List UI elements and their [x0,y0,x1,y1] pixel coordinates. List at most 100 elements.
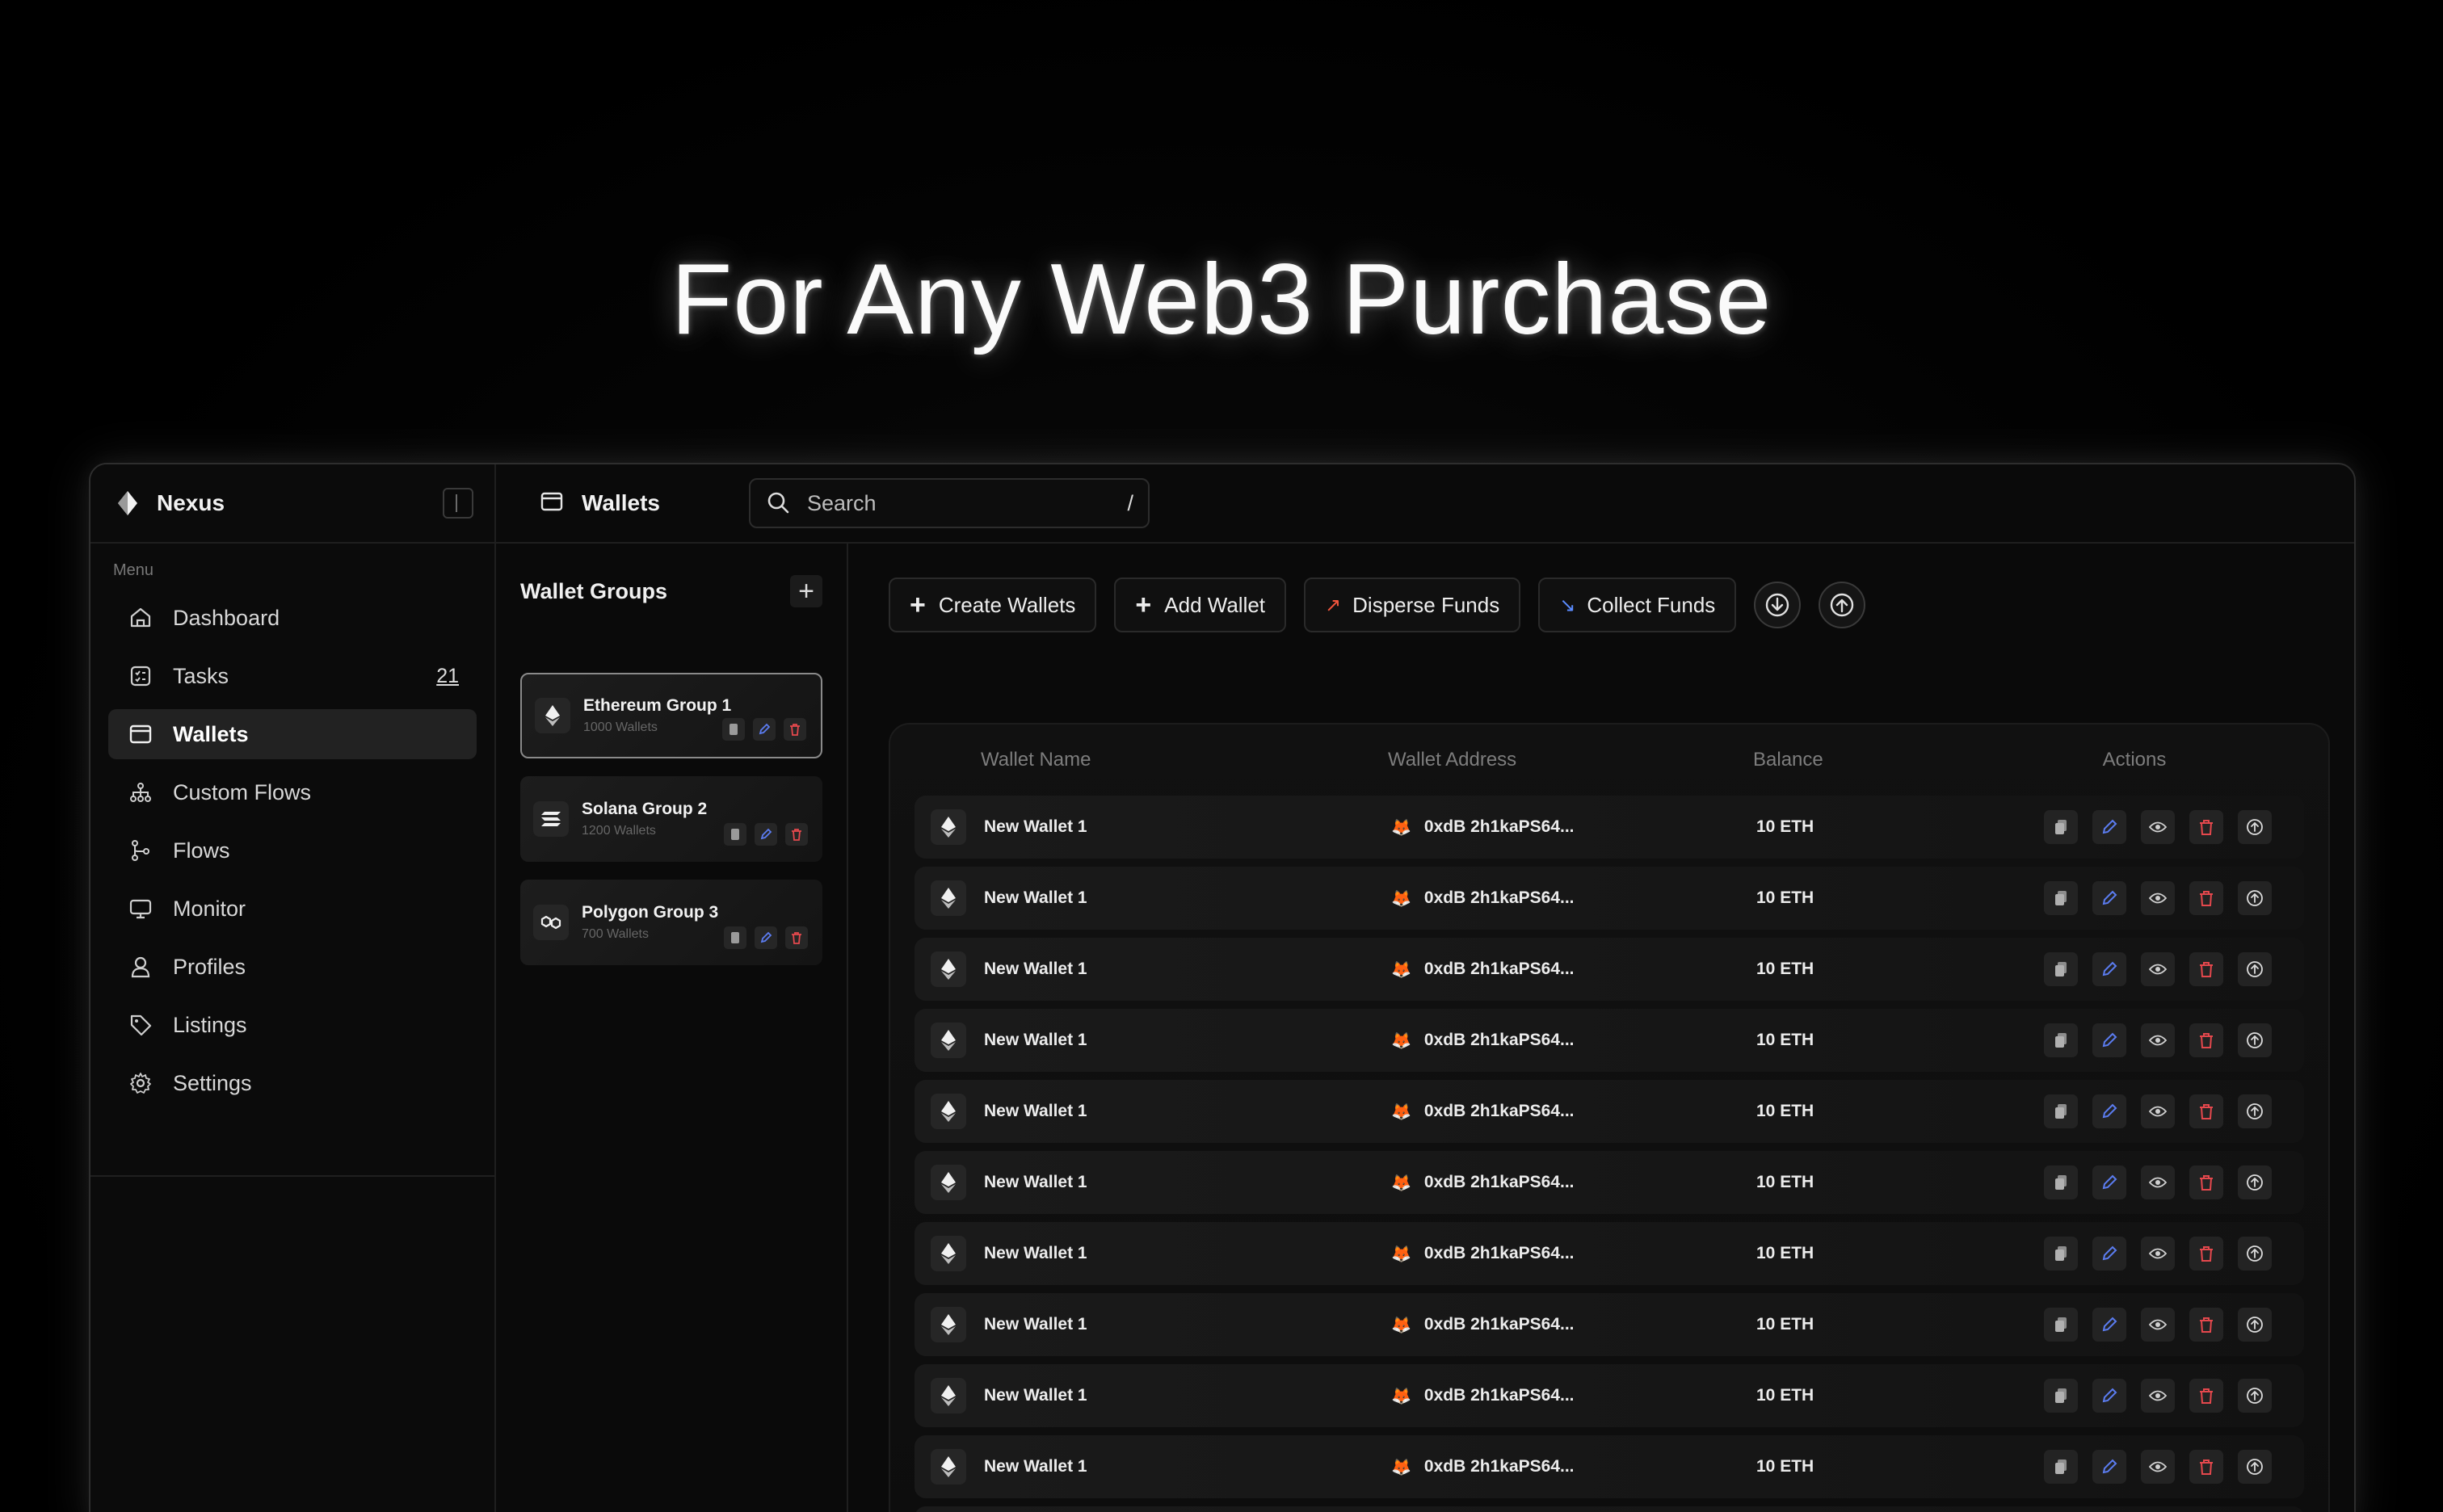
sidebar-item-tasks[interactable]: Tasks 21 [108,651,477,701]
edit-icon[interactable] [2092,1023,2126,1057]
view-icon[interactable] [2141,1094,2175,1128]
copy-icon[interactable] [724,926,746,949]
trash-icon[interactable] [2189,1308,2223,1342]
copy-icon[interactable] [2044,1023,2078,1057]
trash-icon[interactable] [2189,1379,2223,1413]
edit-icon[interactable] [2092,1166,2126,1199]
table-row[interactable]: New Wallet 1🦊0xdB 2h1kaPS64...10 ETH [915,1151,2304,1214]
trash-icon[interactable] [2189,1023,2223,1057]
copy-icon[interactable] [2044,1094,2078,1128]
export-icon[interactable] [2238,1094,2272,1128]
home-icon [126,603,155,632]
search-box[interactable]: / [749,478,1150,528]
trash-icon[interactable] [2189,952,2223,986]
wallet-group-card[interactable]: Solana Group 2 1200 Wallets [520,776,822,862]
trash-icon[interactable] [785,823,808,846]
edit-icon[interactable] [2092,952,2126,986]
trash-icon[interactable] [784,718,806,741]
edit-icon[interactable] [755,823,777,846]
edit-icon[interactable] [2092,1308,2126,1342]
edit-icon[interactable] [753,718,776,741]
sidebar-item-settings[interactable]: Settings [108,1058,477,1108]
sidebar-item-wallets[interactable]: Wallets [108,709,477,759]
edit-icon[interactable] [2092,1237,2126,1270]
copy-icon[interactable] [2044,1308,2078,1342]
sidebar-item-dashboard[interactable]: Dashboard [108,593,477,643]
table-row[interactable]: New Wallet 1🦊0xdB 2h1kaPS64...10 ETH [915,867,2304,930]
search-input[interactable] [807,490,1128,516]
table-row[interactable]: New Wallet 1🦊0xdB 2h1kaPS64...10 ETH [915,1506,2304,1512]
trash-icon[interactable] [785,926,808,949]
trash-icon[interactable] [2189,1237,2223,1270]
table-row[interactable]: New Wallet 1🦊0xdB 2h1kaPS64...10 ETH [915,1435,2304,1498]
disperse-funds-button[interactable]: ↗ Disperse Funds [1304,578,1521,632]
sidebar-item-monitor[interactable]: Monitor [108,884,477,934]
collect-funds-button[interactable]: ↘ Collect Funds [1538,578,1737,632]
export-icon[interactable] [2238,1166,2272,1199]
table-row[interactable]: New Wallet 1🦊0xdB 2h1kaPS64...10 ETH [915,1293,2304,1356]
copy-icon[interactable] [2044,810,2078,844]
table-row[interactable]: New Wallet 1🦊0xdB 2h1kaPS64...10 ETH [915,796,2304,859]
copy-icon[interactable] [2044,1379,2078,1413]
trash-icon[interactable] [2189,881,2223,915]
trash-icon[interactable] [2189,1094,2223,1128]
copy-icon[interactable] [2044,881,2078,915]
table-row[interactable]: New Wallet 1🦊0xdB 2h1kaPS64...10 ETH [915,1080,2304,1143]
export-icon[interactable] [2238,1450,2272,1484]
sidebar-toggle-icon[interactable] [443,488,473,519]
sidebar-item-flows[interactable]: Flows [108,825,477,876]
add-wallet-button[interactable]: + Add Wallet [1114,578,1287,632]
edit-icon[interactable] [2092,810,2126,844]
sidebar-item-label: Monitor [173,896,246,921]
wallet-address: 🦊 0xdB 2h1kaPS64... [1391,1315,1756,1335]
view-icon[interactable] [2141,1237,2175,1270]
sidebar-item-profiles[interactable]: Profiles [108,942,477,992]
trash-icon[interactable] [2189,1450,2223,1484]
edit-icon[interactable] [2092,1450,2126,1484]
view-icon[interactable] [2141,810,2175,844]
edit-icon[interactable] [2092,1379,2126,1413]
view-icon[interactable] [2141,1023,2175,1057]
export-icon[interactable] [2238,1023,2272,1057]
create-wallets-button[interactable]: + Create Wallets [889,578,1097,632]
table-row[interactable]: New Wallet 1🦊0xdB 2h1kaPS64...10 ETH [915,1364,2304,1427]
table-row[interactable]: New Wallet 1🦊0xdB 2h1kaPS64...10 ETH [915,1222,2304,1285]
sidebar-item-label: Flows [173,838,230,863]
trash-icon[interactable] [2189,810,2223,844]
view-icon[interactable] [2141,952,2175,986]
table-row[interactable]: New Wallet 1🦊0xdB 2h1kaPS64...10 ETH [915,1009,2304,1072]
view-icon[interactable] [2141,1166,2175,1199]
export-icon[interactable] [2238,952,2272,986]
view-icon[interactable] [2141,1450,2175,1484]
edit-icon[interactable] [755,926,777,949]
view-icon[interactable] [2141,1308,2175,1342]
copy-icon[interactable] [722,718,745,741]
export-icon[interactable] [2238,881,2272,915]
copy-icon[interactable] [2044,1450,2078,1484]
trash-icon[interactable] [2189,1166,2223,1199]
copy-icon[interactable] [2044,1237,2078,1270]
export-icon[interactable] [2238,810,2272,844]
view-icon[interactable] [2141,1379,2175,1413]
copy-icon[interactable] [2044,952,2078,986]
wallet-group-card[interactable]: Ethereum Group 1 1000 Wallets [520,673,822,758]
tab-wallets[interactable]: Wallets [540,489,660,517]
sidebar-item-custom-flows[interactable]: Custom Flows [108,767,477,817]
group-count: 700 Wallets [582,927,649,941]
copy-icon[interactable] [2044,1166,2078,1199]
copy-icon[interactable] [724,823,746,846]
edit-icon[interactable] [2092,1094,2126,1128]
export-icon[interactable] [2238,1237,2272,1270]
sidebar-item-listings[interactable]: Listings [108,1000,477,1050]
wallet-group-card[interactable]: Polygon Group 3 700 Wallets [520,880,822,965]
export-icon[interactable] [2238,1308,2272,1342]
download-button[interactable] [1754,582,1802,628]
add-group-button[interactable]: + [790,575,822,607]
table-row[interactable]: New Wallet 1🦊0xdB 2h1kaPS64...10 ETH [915,938,2304,1001]
user-icon [126,952,155,981]
upload-button[interactable] [1819,582,1866,628]
edit-icon[interactable] [2092,881,2126,915]
view-icon[interactable] [2141,881,2175,915]
wallet-balance: 10 ETH [1756,1244,1814,1262]
export-icon[interactable] [2238,1379,2272,1413]
